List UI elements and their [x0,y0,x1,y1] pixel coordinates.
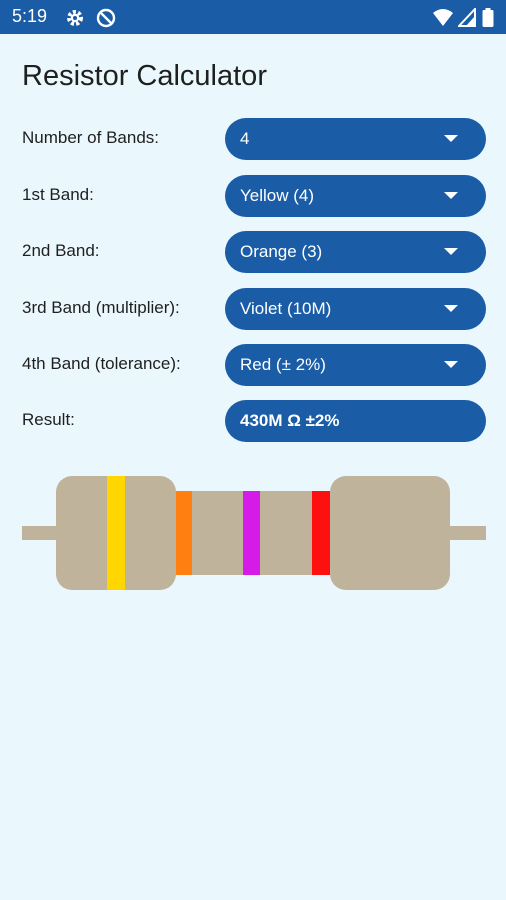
chevron-down-icon [444,248,458,255]
status-bar: 5:19 [0,0,506,34]
settings-icon [65,8,85,32]
page-title: Resistor Calculator [22,60,267,92]
first-band-label: 1st Band: [22,185,94,204]
status-time: 5:19 [12,6,48,26]
resistor-illustration [22,476,486,590]
chevron-down-icon [444,135,458,142]
resistor-band-2 [176,491,192,575]
fourth-band-label: 4th Band (tolerance): [22,354,181,373]
signal-icon [456,6,476,32]
number-of-bands-value: 4 [240,129,250,148]
result-value: 430M Ω ±2% [240,411,340,430]
chevron-down-icon [444,305,458,312]
fourth-band-dropdown[interactable]: Red (± 2%) [225,344,486,386]
second-band-label: 2nd Band: [22,241,100,260]
third-band-label: 3rd Band (multiplier): [22,298,180,317]
fourth-band-value: Red (± 2%) [240,355,326,374]
resistor-cap-right [330,476,450,590]
first-band-value: Yellow (4) [240,186,315,205]
second-band-value: Orange (3) [240,242,323,261]
battery-icon [482,8,494,32]
wifi-icon [432,8,454,32]
first-band-dropdown[interactable]: Yellow (4) [225,175,486,217]
do-not-disturb-icon [96,8,116,32]
resistor-band-1 [107,476,125,590]
resistor-band-4 [312,491,330,575]
result-label: Result: [22,410,75,429]
third-band-value: Violet (10M) [240,299,332,318]
resistor-lead-right [446,526,486,540]
result-value-box: 430M Ω ±2% [225,400,486,442]
number-of-bands-dropdown[interactable]: 4 [225,118,486,160]
number-of-bands-label: Number of Bands: [22,128,160,147]
chevron-down-icon [444,361,458,368]
third-band-dropdown[interactable]: Violet (10M) [225,288,486,330]
second-band-dropdown[interactable]: Orange (3) [225,231,486,273]
chevron-down-icon [444,192,458,199]
resistor-band-3 [243,491,260,575]
